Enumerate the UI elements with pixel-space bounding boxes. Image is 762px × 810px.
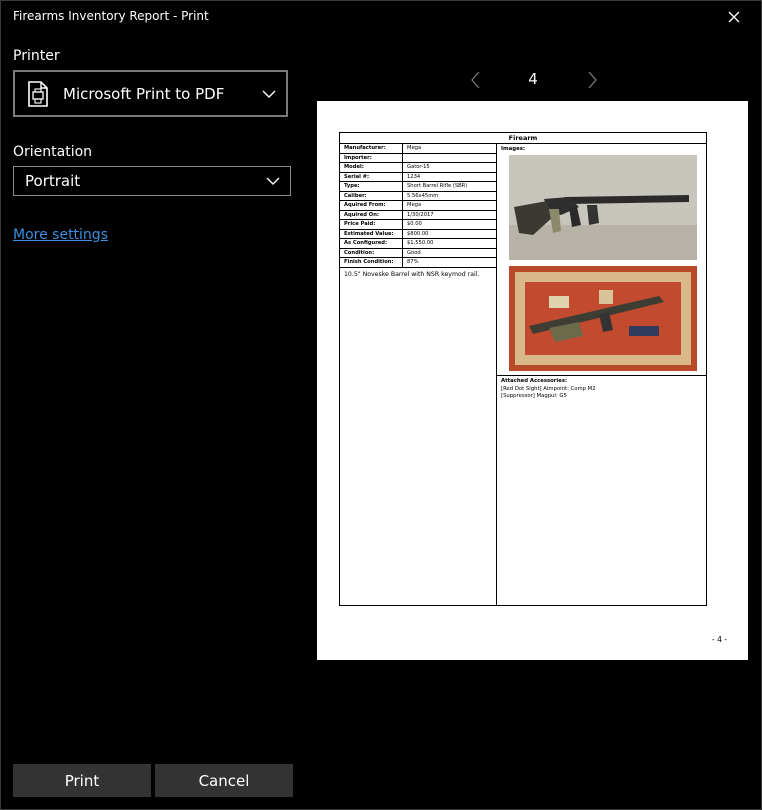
page-navigator: 4 [465,68,605,92]
images-label: Images: [501,146,526,152]
field-label: Manufacturer: [340,144,403,153]
chevron-left-icon [471,71,480,89]
field-label: Aquired From: [340,201,403,210]
table-row: Manufacturer: Mega [340,144,496,154]
field-value [403,154,496,163]
previous-page-button[interactable] [465,68,485,92]
window-title: Firearms Inventory Report - Print [13,9,209,23]
chevron-right-icon [588,71,597,89]
table-row: Condition: Good [340,248,496,258]
printer-icon [28,80,48,107]
field-label: Price Paid: [340,220,403,229]
accessory-item: [Suppressor] Magpul: G5 [501,393,567,399]
field-value: 1/30/2017 [407,211,434,218]
accessories-label: Attached Accessories: [501,378,568,384]
field-table: Manufacturer: Mega Importer: Model: Gator-… [340,144,497,605]
field-value: Mega [407,202,422,208]
orientation-value: Portrait [25,172,81,190]
orientation-label: Orientation [13,144,93,160]
print-preview-page: Firearm Manufacturer: Mega Importer: Mode… [317,101,748,660]
cancel-button[interactable]: Cancel [155,764,293,797]
accessory-item: [Red Dot Sight] Aimpoint: Comp M2 [501,385,596,392]
table-row: Aquired On: 1/30/2017 [340,210,496,220]
field-label: Importer: [340,153,403,162]
close-icon [728,11,740,23]
more-settings-link[interactable]: More settings [13,227,108,243]
chevron-down-icon [266,177,280,185]
table-row: Price Paid: $0.00 [340,220,496,230]
field-label: Serial #: [340,172,403,181]
field-value: Mega [407,145,422,151]
table-row: Finish Condition: 87% [340,258,496,268]
table-row: Aquired From: Mega [340,201,496,211]
images-panel: Images: Attached Accessories: [Red Dot S… [497,144,706,605]
rifle-on-rug-photo [509,266,697,371]
field-label: Estimated Value: [340,229,403,238]
notes-text: 10.5" Noveske Barrel with NSR keymod rai… [344,270,480,278]
field-label: Finish Condition: [340,258,403,267]
next-page-button[interactable] [583,68,603,92]
record-heading: Firearm [340,133,706,144]
table-row: Importer: [340,153,496,163]
field-label: Condition: [340,248,403,257]
accessories-section: Attached Accessories: [Red Dot Sight] Ai… [497,375,706,403]
field-value: $0.00 [407,221,422,227]
field-value: $1,550.00 [407,240,434,246]
field-value: Gator-15 [407,164,430,170]
field-label: Type: [340,182,403,191]
field-value: 5.56x45mm [407,192,439,199]
close-button[interactable] [716,4,752,30]
field-value: $800.00 [407,230,429,237]
field-label: Model: [340,163,403,172]
print-button[interactable]: Print [13,764,151,797]
field-value: Short Barrel Rifle (SBR) [407,183,468,189]
printer-label: Printer [13,48,60,64]
printer-value: Microsoft Print to PDF [63,84,225,103]
chevron-down-icon [262,90,276,98]
field-value: 87% [407,259,419,265]
orientation-select[interactable]: Portrait [13,166,291,196]
field-value: Good [407,249,421,256]
field-label: Aquired On: [340,210,403,219]
firearm-record: Firearm Manufacturer: Mega Importer: Mode… [339,132,707,606]
table-row: As Configured: $1,550.00 [340,239,496,249]
field-label: Caliber: [340,191,403,200]
rifle-photo [509,155,697,260]
table-row: Model: Gator-15 [340,163,496,173]
page-footer-number: - 4 - [712,635,727,644]
table-row: Caliber: 5.56x45mm [340,191,496,201]
field-label: As Configured: [340,239,403,248]
table-row: Serial #: 1234 [340,172,496,182]
field-value: 1234 [407,173,421,180]
current-page-number: 4 [528,70,538,88]
printer-select[interactable]: Microsoft Print to PDF [13,70,288,117]
table-row: Type: Short Barrel Rifle (SBR) [340,182,496,192]
table-row: Estimated Value: $800.00 [340,229,496,239]
